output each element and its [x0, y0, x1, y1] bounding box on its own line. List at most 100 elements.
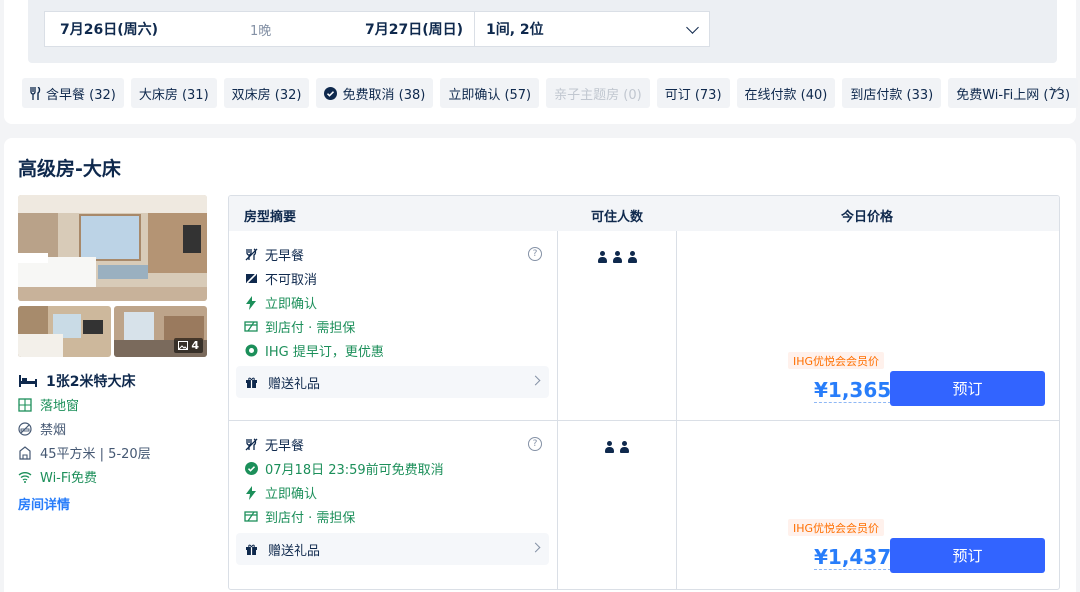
rate-table: 房型摘要 可住人数 今日价格 无早餐 ? 不可取消 立即确认 到店付 · 需担保… — [228, 195, 1060, 590]
photo-count-badge: 4 — [174, 338, 203, 353]
room-photo-main[interactable] — [18, 195, 207, 301]
person-icon — [604, 441, 615, 453]
filter-label: 免费取消 (38) — [342, 87, 426, 103]
filter-label: 大床房 (31) — [138, 87, 209, 103]
date-picker[interactable]: 7月26日(周六) 1晚 7月27日(周日) — [44, 11, 474, 47]
attr-label: Wi-Fi免费 — [40, 471, 98, 486]
window-icon — [18, 397, 32, 412]
person-icon — [612, 251, 623, 263]
filter-free-wifi[interactable]: 免费Wi-Fi上网 (73) — [948, 78, 1079, 108]
feature-pay-at-hotel: 到店付 · 需担保 — [244, 507, 355, 526]
feature-label: 到店付 · 需担保 — [265, 321, 356, 336]
divider — [557, 231, 558, 589]
checkin-date[interactable]: 7月26日(周六) — [60, 19, 158, 39]
person-icon — [597, 251, 608, 263]
nights-count: 1晚 — [250, 23, 272, 39]
book-button[interactable]: 预订 — [890, 538, 1045, 573]
help-icon[interactable]: ? — [528, 437, 542, 451]
gift-icon — [246, 377, 257, 388]
col-header-occupancy: 可住人数 — [591, 210, 644, 225]
bed-icon — [19, 375, 37, 387]
member-price-tag: IHG优悦会会员价 — [788, 519, 885, 536]
attr-label: 落地窗 — [40, 399, 80, 414]
filter-label: 立即确认 (57) — [448, 87, 532, 103]
filter-pay-online[interactable]: 在线付款 (40) — [736, 78, 836, 108]
person-icon — [619, 441, 630, 453]
image-icon — [178, 341, 189, 350]
occupancy-icons — [604, 441, 630, 453]
feature-no-breakfast: 无早餐 — [244, 435, 304, 454]
feature-label: 立即确认 — [265, 297, 318, 312]
feature-pay-at-hotel: 到店付 · 需担保 — [244, 317, 355, 336]
attr-wifi: Wi-Fi免费 — [18, 467, 97, 486]
lightning-icon — [244, 295, 258, 310]
feature-label: 不可取消 — [265, 273, 318, 288]
occupancy-icons — [597, 251, 638, 263]
feature-label: 立即确认 — [265, 487, 318, 502]
filter-label: 含早餐 (32) — [46, 87, 116, 103]
room-title: 高级房-大床 — [18, 158, 121, 180]
filter-label: 到店付款 (33) — [850, 87, 934, 103]
utensils-icon — [30, 86, 41, 100]
filter-free-cancel[interactable]: 免费取消 (38) — [316, 78, 434, 108]
book-button[interactable]: 预订 — [890, 371, 1045, 406]
check-circle-icon — [324, 86, 338, 100]
room-photo-thumb[interactable] — [18, 306, 111, 357]
early-booking-icon — [244, 344, 258, 357]
guest-summary: 1间, 2位 — [486, 22, 544, 38]
feature-instant-confirm: 立即确认 — [244, 293, 317, 312]
filter-chips: 含早餐 (32) 大床房 (31) 双床房 (32) 免费取消 (38) 立即确… — [22, 78, 1079, 108]
feature-free-cancel: 07月18日 23:59前可免费取消 — [244, 459, 444, 478]
filter-twin-bed[interactable]: 双床房 (32) — [223, 78, 310, 108]
filter-pay-at-hotel[interactable]: 到店付款 (33) — [842, 78, 942, 108]
wifi-icon — [18, 471, 32, 483]
attr-no-smoking: 禁烟 — [18, 419, 66, 438]
chevron-right-icon — [530, 542, 541, 553]
room-photo-thumb[interactable]: 4 — [114, 306, 207, 357]
col-header-price: 今日价格 — [841, 210, 894, 225]
bed-info: 1张2米特大床 — [18, 371, 135, 391]
no-meal-icon — [244, 248, 258, 261]
feature-non-refundable: 不可取消 — [244, 269, 317, 288]
room-details-link[interactable]: 房间详情 — [18, 494, 70, 513]
gift-row[interactable]: 赠送礼品 — [236, 366, 549, 398]
filter-label: 可订 (73) — [664, 87, 722, 103]
gift-label: 赠送礼品 — [268, 543, 321, 559]
lightning-icon — [244, 485, 258, 500]
feature-no-breakfast: 无早餐 — [244, 245, 304, 264]
attr-area: 45平方米 | 5-20层 — [18, 443, 151, 462]
bed-label: 1张2米特大床 — [46, 374, 136, 390]
photo-count: 4 — [191, 339, 199, 352]
chevron-down-icon — [686, 21, 699, 34]
divider — [676, 231, 677, 589]
gift-label: 赠送礼品 — [268, 376, 321, 392]
divider — [229, 420, 1059, 421]
guest-selector[interactable]: 1间, 2位 — [474, 11, 710, 47]
pay-at-hotel-icon — [244, 511, 258, 522]
filter-king-bed[interactable]: 大床房 (31) — [130, 78, 217, 108]
attr-label: 45平方米 | 5-20层 — [40, 447, 151, 462]
filter-label: 亲子主题房 (0) — [554, 87, 642, 103]
checkout-date[interactable]: 7月27日(周日) — [365, 19, 463, 39]
filter-breakfast[interactable]: 含早餐 (32) — [22, 78, 124, 108]
feature-label: 无早餐 — [265, 249, 305, 264]
gift-row[interactable]: 赠送礼品 — [236, 533, 549, 565]
attr-label: 禁烟 — [40, 423, 67, 438]
attr-window: 落地窗 — [18, 395, 79, 414]
filter-instant-confirm[interactable]: 立即确认 (57) — [440, 78, 540, 108]
help-icon[interactable]: ? — [528, 247, 542, 261]
feature-label: 无早餐 — [265, 439, 305, 454]
search-filter-panel: 7月26日(周六) 1晚 7月27日(周日) 1间, 2位 含早餐 (32) 大… — [4, 0, 1079, 124]
feature-label: 07月18日 23:59前可免费取消 — [265, 463, 444, 478]
chevron-right-icon — [530, 375, 541, 386]
table-header: 房型摘要 可住人数 今日价格 — [229, 196, 1059, 231]
feature-early-booking: IHG 提早订，更优惠 — [244, 341, 384, 360]
filter-family-theme: 亲子主题房 (0) — [546, 78, 650, 108]
price: ¥1,365 — [814, 378, 892, 403]
member-price-tag: IHG优悦会会员价 — [788, 352, 885, 369]
no-cancel-icon — [244, 273, 258, 284]
filter-label: 在线付款 (40) — [744, 87, 828, 103]
filter-label: 双床房 (32) — [231, 87, 302, 103]
filter-available[interactable]: 可订 (73) — [656, 78, 730, 108]
gift-icon — [246, 544, 257, 555]
